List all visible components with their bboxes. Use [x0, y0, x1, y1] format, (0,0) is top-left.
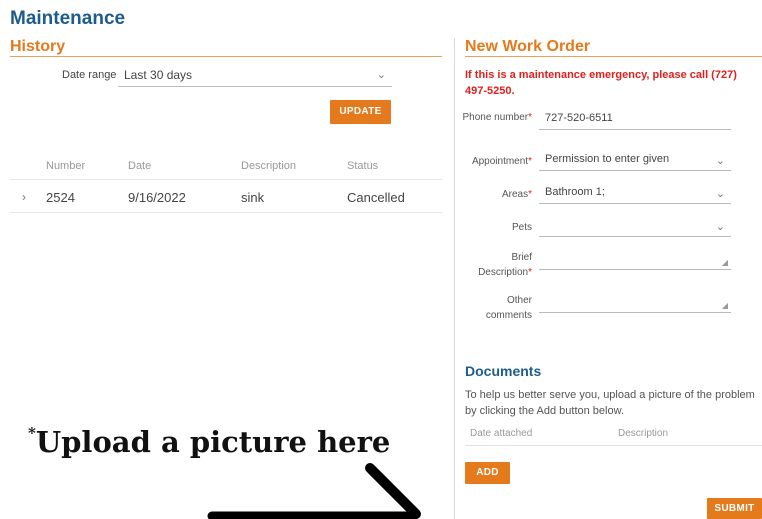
chevron-down-icon: ⌄: [715, 155, 725, 167]
appointment-value: Permission to enter given: [545, 153, 670, 165]
chevron-down-icon: ⌄: [376, 69, 386, 81]
phone-number-label: Phone number*: [462, 112, 532, 123]
date-range-value: Last 30 days: [124, 68, 193, 82]
column-header-status[interactable]: Status: [347, 160, 378, 172]
page-title: Maintenance: [10, 8, 126, 29]
brief-description-label: Brief Description*: [478, 252, 532, 278]
appointment-label: Appointment*: [471, 156, 532, 167]
documents-heading: Documents: [465, 363, 542, 379]
row-number: 2524: [46, 190, 75, 205]
date-range-label: Date range: [62, 69, 117, 81]
upload-annotation: *Upload a picture here: [28, 424, 391, 459]
pets-select[interactable]: ⌄: [539, 216, 731, 237]
column-header-date[interactable]: Date: [128, 160, 151, 172]
areas-select[interactable]: Bathroom 1; ⌄: [539, 183, 731, 204]
new-work-order-heading: New Work Order: [465, 38, 591, 55]
expand-row-chevron-icon[interactable]: ›: [22, 190, 26, 204]
areas-label: Areas*: [501, 189, 532, 200]
row-date: 9/16/2022: [128, 190, 186, 205]
brief-description-textarea[interactable]: ◢: [539, 249, 731, 270]
resize-grip-icon[interactable]: ◢: [722, 258, 728, 267]
work-order-divider: [465, 56, 762, 57]
emergency-notice: If this is a maintenance emergency, plea…: [465, 69, 737, 97]
phone-number-input[interactable]: 727-520-6511: [539, 109, 731, 130]
table-row-divider: [10, 212, 442, 213]
areas-value: Bathroom 1;: [545, 186, 605, 198]
documents-help-text: To help us better serve you, upload a pi…: [465, 389, 755, 417]
history-heading: History: [10, 38, 66, 55]
appointment-select[interactable]: Permission to enter given ⌄: [539, 150, 731, 171]
other-comments-label: Other comments: [485, 295, 532, 321]
column-header-date-attached[interactable]: Date attached: [470, 428, 532, 439]
update-button[interactable]: UPDATE: [330, 100, 391, 124]
other-comments-textarea[interactable]: ◢: [539, 292, 731, 313]
column-header-document-description[interactable]: Description: [618, 428, 668, 439]
arrow-right-icon: [207, 463, 421, 519]
column-header-number[interactable]: Number: [46, 160, 85, 172]
column-divider: [454, 38, 455, 519]
table-header-divider: [10, 179, 442, 180]
date-range-select[interactable]: Last 30 days ⌄: [118, 64, 392, 87]
chevron-down-icon: ⌄: [715, 221, 725, 233]
resize-grip-icon[interactable]: ◢: [722, 301, 728, 310]
submit-button[interactable]: SUBMIT: [707, 498, 762, 519]
chevron-down-icon: ⌄: [715, 188, 725, 200]
phone-number-value: 727-520-6511: [545, 112, 613, 124]
documents-divider: [465, 445, 762, 446]
pets-label: Pets: [511, 222, 532, 233]
column-header-description[interactable]: Description: [241, 160, 296, 172]
add-document-button[interactable]: ADD: [465, 462, 510, 484]
history-divider: [10, 56, 442, 57]
row-status: Cancelled: [347, 190, 405, 205]
row-description: sink: [241, 190, 265, 205]
